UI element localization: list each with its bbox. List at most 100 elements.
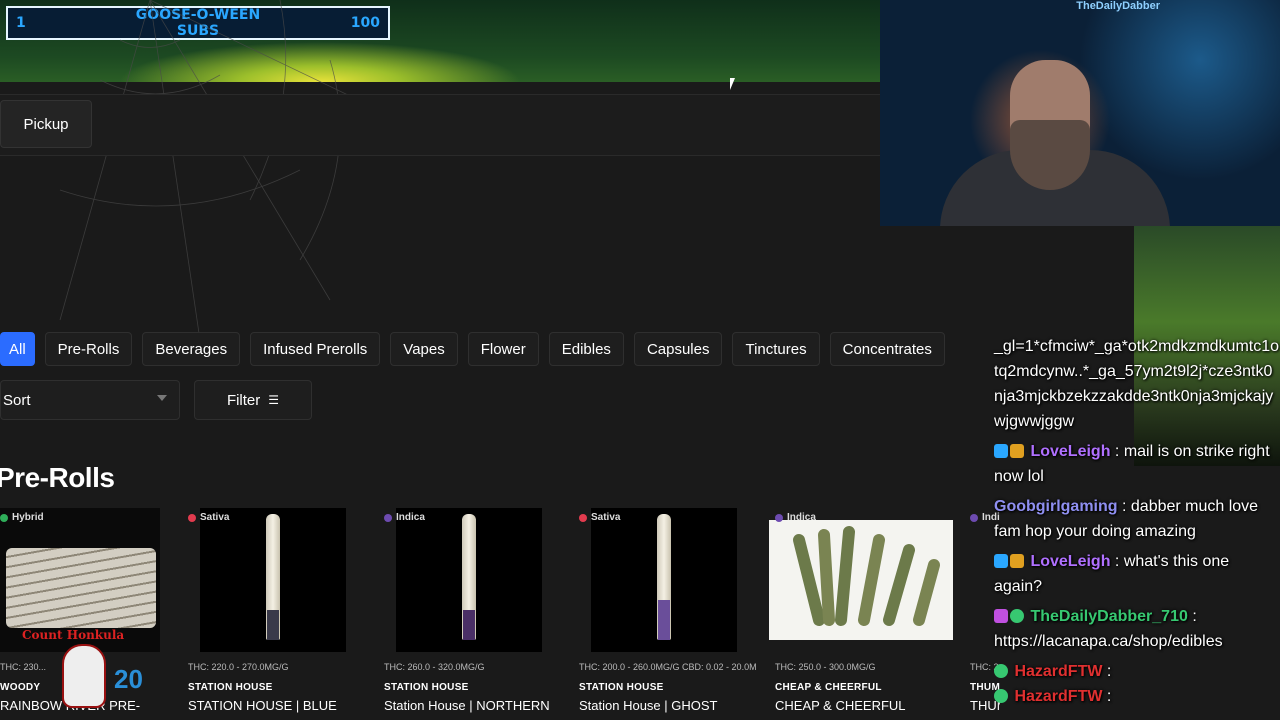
chat-username[interactable]: LoveLeigh bbox=[1030, 553, 1110, 570]
tab-vapes[interactable]: Vapes bbox=[390, 332, 458, 366]
product-card[interactable]: Indica THC: 250.0 - 300.0MG/G CHEAP & CH… bbox=[769, 508, 953, 720]
indica-dot-icon bbox=[970, 513, 978, 522]
logo-text: Count Honkula bbox=[22, 628, 125, 642]
chat-message: Goobgirlgaming : dabber much love fam ho… bbox=[994, 494, 1280, 544]
chat-link[interactable]: https://lacanapa.ca/shop/edibles bbox=[994, 629, 1280, 654]
webcam-overlay: TheDailyDabber bbox=[880, 0, 1280, 226]
category-tabs: All Pre-Rolls Beverages Infused Prerolls… bbox=[0, 332, 945, 366]
chat-message: TheDailyDabber_710 : https://lacanapa.ca… bbox=[994, 604, 1280, 654]
logo-number: 20 bbox=[114, 664, 143, 694]
product-name[interactable]: CHEAP & CHEERFUL bbox=[775, 698, 951, 713]
product-card[interactable]: Sativa THC: 200.0 - 260.0MG/G CBD: 0.02 … bbox=[579, 508, 757, 720]
goose-icon bbox=[62, 644, 106, 708]
tab-tinctures[interactable]: Tinctures bbox=[732, 332, 820, 366]
goal-current: 1 bbox=[16, 15, 26, 31]
channel-logo: Count Honkula 20 bbox=[22, 624, 152, 720]
strain-badge: Sativa bbox=[579, 512, 620, 523]
goal-target: 100 bbox=[350, 15, 380, 31]
thc-range: THC: 220.0 - 270.0MG/G bbox=[188, 662, 289, 672]
chat-link-text: _gl=1*cfmciw*_ga*otk2mdkzmdkumtc1otq2mdc… bbox=[994, 338, 1280, 430]
joint-tip bbox=[267, 610, 279, 640]
thc-range: THC: 250.0 - 300.0MG/G bbox=[775, 662, 876, 672]
pickup-button[interactable]: Pickup bbox=[0, 100, 92, 148]
variety-pack-image bbox=[793, 526, 940, 626]
joint-image bbox=[266, 514, 280, 640]
tab-edibles[interactable]: Edibles bbox=[548, 332, 624, 366]
chat-text: : bbox=[1106, 663, 1112, 680]
crown-icon bbox=[1010, 444, 1024, 458]
sativa-dot-icon bbox=[579, 513, 587, 522]
badge-icon bbox=[994, 444, 1008, 458]
product-brand: STATION HOUSE bbox=[188, 682, 273, 693]
badge-icon bbox=[994, 554, 1008, 568]
chat-username[interactable]: TheDailyDabber_710 bbox=[1030, 608, 1187, 625]
product-brand: STATION HOUSE bbox=[579, 682, 664, 693]
crown-icon bbox=[1010, 554, 1024, 568]
joint-tip bbox=[658, 600, 670, 640]
site-header bbox=[0, 94, 880, 156]
tab-beverages[interactable]: Beverages bbox=[142, 332, 241, 366]
tab-flower[interactable]: Flower bbox=[467, 332, 539, 366]
sliders-icon: ☰ bbox=[268, 393, 280, 407]
chevron-down-icon bbox=[157, 395, 167, 401]
product-name[interactable]: Station House | NORTHERN bbox=[384, 698, 560, 713]
thc-range: THC: 200.0 - 260.0MG/G CBD: 0.02 - 20.0M bbox=[579, 662, 757, 672]
mic-icon bbox=[994, 609, 1008, 623]
chat-username[interactable]: Goobgirlgaming bbox=[994, 498, 1118, 515]
hybrid-dot-icon bbox=[0, 513, 8, 522]
mouse-cursor-icon bbox=[730, 78, 735, 90]
chat-message: LoveLeigh : what's this one again? bbox=[994, 549, 1280, 599]
badge-label: Sativa bbox=[200, 512, 230, 523]
joint-image bbox=[657, 514, 671, 640]
product-image bbox=[591, 508, 737, 652]
tab-all[interactable]: All bbox=[0, 332, 35, 366]
product-name[interactable]: Station House | GHOST bbox=[579, 698, 755, 713]
section-title: Pre-Rolls bbox=[0, 462, 115, 493]
strain-badge: Indica bbox=[775, 512, 816, 523]
product-brand: CHEAP & CHEERFUL bbox=[775, 682, 882, 693]
product-card[interactable]: Sativa THC: 220.0 - 270.0MG/G STATION HO… bbox=[188, 508, 360, 720]
chat-username[interactable]: HazardFTW bbox=[1014, 663, 1102, 680]
verified-icon bbox=[1010, 609, 1024, 623]
chat-username[interactable]: LoveLeigh bbox=[1030, 443, 1110, 460]
sativa-dot-icon bbox=[188, 513, 196, 522]
product-card[interactable]: Indica THC: 260.0 - 320.0MG/G STATION HO… bbox=[384, 508, 556, 720]
chat-message: HazardFTW : bbox=[994, 684, 1280, 709]
tab-pre-rolls[interactable]: Pre-Rolls bbox=[44, 332, 133, 366]
tab-capsules[interactable]: Capsules bbox=[633, 332, 723, 366]
strain-badge: Hybrid bbox=[0, 512, 44, 523]
product-image bbox=[396, 508, 542, 652]
sub-goal-bar: 1 GOOSE-O-WEEN SUBS 100 bbox=[6, 6, 390, 40]
indica-dot-icon bbox=[384, 513, 392, 522]
cam-handle: TheDailyDabber bbox=[1076, 0, 1160, 12]
chat-text: : bbox=[1192, 608, 1197, 625]
chat-username[interactable]: HazardFTW bbox=[1014, 688, 1102, 705]
badge-label: Indica bbox=[787, 512, 816, 523]
badge-label: Hybrid bbox=[12, 512, 44, 523]
badge-label: Sativa bbox=[591, 512, 621, 523]
sort-label: Sort bbox=[3, 391, 31, 409]
product-image bbox=[200, 508, 346, 652]
goal-title: GOOSE-O-WEEN SUBS bbox=[135, 7, 261, 39]
strain-badge: Indica bbox=[970, 512, 1000, 523]
sort-dropdown[interactable]: Sort bbox=[0, 380, 180, 420]
chat-message: LoveLeigh : mail is on strike right now … bbox=[994, 439, 1280, 489]
chat-message: HazardFTW : bbox=[994, 659, 1280, 684]
joint-image bbox=[462, 514, 476, 640]
filter-button[interactable]: Filter ☰ bbox=[194, 380, 312, 420]
badge-label: Indica bbox=[982, 512, 1000, 523]
verified-icon bbox=[994, 664, 1008, 678]
tab-concentrates[interactable]: Concentrates bbox=[829, 332, 945, 366]
product-brand: STATION HOUSE bbox=[384, 682, 469, 693]
product-image bbox=[769, 520, 953, 640]
thc-range: THC: 260.0 - 320.0MG/G bbox=[384, 662, 485, 672]
joint-tip bbox=[463, 610, 475, 640]
indica-dot-icon bbox=[775, 513, 783, 522]
badge-label: Indica bbox=[396, 512, 425, 523]
product-name[interactable]: STATION HOUSE | BLUE bbox=[188, 698, 364, 713]
strain-badge: Indica bbox=[384, 512, 425, 523]
chat-overlay: _gl=1*cfmciw*_ga*otk2mdkzmdkumtc1otq2mdc… bbox=[994, 334, 1280, 720]
tab-infused-prerolls[interactable]: Infused Prerolls bbox=[250, 332, 381, 366]
chat-text: : bbox=[1106, 688, 1112, 705]
verified-icon bbox=[994, 689, 1008, 703]
